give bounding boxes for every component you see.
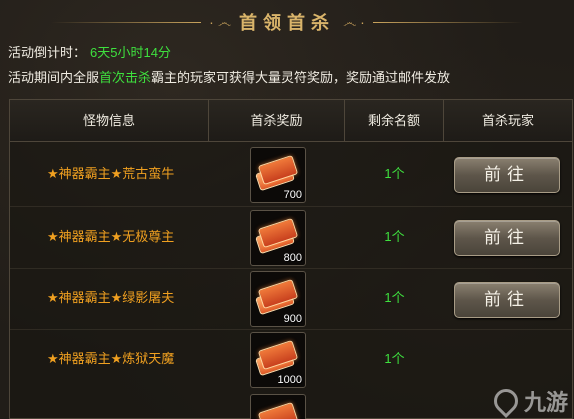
table-row: ★神器霸主★无极尊主 800 1个 前往 [10,207,572,267]
remaining-count: 1个 [384,351,405,366]
table-row: ★神器霸主★绿影屠夫 900 1个 前往 [10,268,572,328]
goto-button[interactable]: 前往 [454,157,560,193]
header-remaining-slots: 剩余名额 [345,100,444,142]
description-prefix: 活动期间内全服 [8,70,100,85]
reward-quantity: 700 [283,189,302,201]
reward-slot[interactable]: 900 [250,271,306,327]
header-first-kill-reward: 首杀奖励 [209,100,345,142]
remaining-count: 1个 [384,290,405,305]
header-monster-info: 怪物信息 [10,100,209,142]
reward-slot[interactable]: 800 [250,210,306,266]
goto-button[interactable]: 前往 [454,220,560,256]
table-header: 怪物信息 首杀奖励 剩余名额 首杀玩家 [10,100,572,142]
reward-quantity: 1000 [277,374,302,386]
title-divider-left [51,21,202,23]
table-row: ★神器霸主★炼狱天魔 1000 1个 [10,329,572,389]
reward-slot[interactable]: 1000 [250,332,306,388]
page-title: 首领首杀 [239,13,335,34]
reward-quantity: 900 [283,313,302,325]
goto-button[interactable]: 前往 [454,282,560,318]
boss-table: 怪物信息 首杀奖励 剩余名额 首杀玩家 ★神器霸主★荒古蛮牛 700 1个 前往… [9,99,573,419]
header-first-kill-player: 首杀玩家 [481,113,534,128]
description-highlight: 首次击杀 [99,70,152,85]
table-row: ★神器霸主★荒古蛮牛 700 1个 前往 [10,144,572,204]
title-ornament-left: · ෴ [209,13,231,30]
countdown-label: 活动倒计时： [8,45,87,60]
countdown: 活动倒计时： 6天5小时14分 [8,42,171,61]
monster-name: ★神器霸主★绿影屠夫 [47,290,175,305]
event-description: 活动期间内全服首次击杀霸主的玩家可获得大量灵符奖励，奖励通过邮件发放 [8,67,450,86]
reward-slot[interactable]: 700 [250,147,306,203]
monster-name: ★神器霸主★炼狱天魔 [47,351,175,366]
title-divider-right [372,21,523,23]
title-bar: · ෴ 首领首杀 ෴ · [0,6,574,38]
title-ornament-right: ෴ · [343,13,365,30]
remaining-count: 1个 [384,166,405,181]
countdown-value: 6天5小时14分 [90,45,171,60]
watermark-text: 九游 [523,390,568,415]
description-suffix: 霸主的玩家可获得大量灵符奖励，奖励通过邮件发放 [151,70,451,85]
watermark: 九游 [489,384,568,418]
monster-name: ★神器霸主★荒古蛮牛 [47,166,175,181]
reward-quantity: 800 [283,252,302,264]
monster-name: ★神器霸主★无极尊主 [47,229,175,244]
reward-slot[interactable] [250,394,306,419]
table-row [10,390,572,419]
remaining-count: 1个 [384,229,405,244]
first-kill-panel: · ෴ 首领首杀 ෴ · 活动倒计时： 6天5小时14分 活动期间内全服首次击杀霸… [0,0,574,419]
talisman-scroll-icon [257,401,299,419]
jiuyou-logo-icon [489,384,523,418]
